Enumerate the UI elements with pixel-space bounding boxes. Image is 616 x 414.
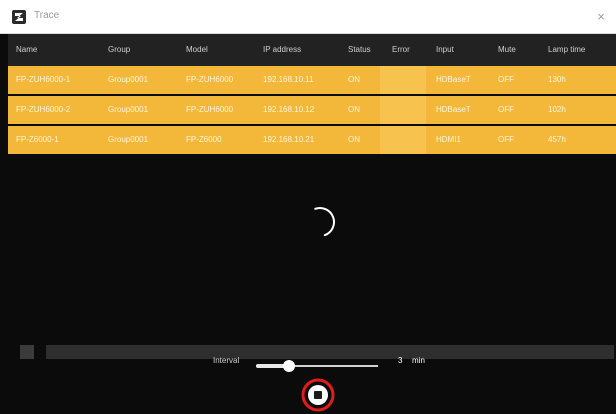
- cell-model: FP-ZUH6000: [186, 105, 234, 114]
- column-header-input[interactable]: Input: [436, 34, 454, 66]
- interval-label: Interval: [213, 356, 240, 365]
- column-header-group[interactable]: Group: [108, 34, 130, 66]
- clear-log-button[interactable]: [20, 345, 34, 359]
- stop-button[interactable]: [301, 378, 335, 412]
- cell-input: HDMI1: [436, 135, 461, 144]
- error-cell: [380, 96, 426, 124]
- cell-name: FP-ZUH6000-1: [16, 75, 71, 84]
- cell-input: HDBaseT: [436, 105, 471, 114]
- cell-lamp-time: 130h: [548, 75, 566, 84]
- cell-model: FP-Z6000: [186, 135, 222, 144]
- window-title: Trace: [34, 10, 60, 21]
- error-cell: [380, 126, 426, 154]
- slider-thumb[interactable]: [282, 360, 295, 372]
- cell-lamp-time: 457h: [548, 135, 566, 144]
- cell-group: Group0001: [108, 75, 149, 84]
- cell-lamp-time: 102h: [548, 105, 566, 114]
- table-row[interactable]: FP-ZUH6000-2 Group0001 FP-ZUH6000 192.16…: [8, 96, 616, 124]
- table-row[interactable]: FP-ZUH6000-1 Group0001 FP-ZUH6000 192.16…: [8, 66, 616, 94]
- column-header-ip-address[interactable]: IP address: [263, 34, 301, 66]
- cell-ip-address: 192.168.10.11: [263, 75, 314, 84]
- cell-group: Group0001: [108, 105, 149, 114]
- column-header-lamp-time[interactable]: Lamp time: [548, 34, 585, 66]
- app-logo-icon: [12, 10, 26, 24]
- interval-slider[interactable]: [256, 360, 378, 372]
- cell-mute: OFF: [498, 75, 514, 84]
- progress-bar: [46, 345, 614, 359]
- interval-unit: min: [412, 356, 425, 365]
- cell-status: ON: [348, 75, 360, 84]
- cell-ip-address: 192.168.10.21: [263, 135, 315, 144]
- stop-icon: [314, 391, 322, 399]
- column-header-error[interactable]: Error: [392, 34, 410, 66]
- close-icon[interactable]: ×: [592, 8, 610, 26]
- table-row[interactable]: FP-Z6000-1 Group0001 FP-Z6000 192.168.10…: [8, 126, 616, 154]
- title-bar: Trace ×: [0, 0, 616, 34]
- cell-name: FP-Z6000-1: [16, 135, 59, 144]
- trace-window: Trace × Name Group Model IP address Stat…: [0, 0, 616, 414]
- column-header-status[interactable]: Status: [348, 34, 371, 66]
- table-header: Name Group Model IP address Status Error…: [8, 34, 616, 66]
- interval-value: 3: [398, 356, 403, 365]
- cell-status: ON: [348, 135, 360, 144]
- loading-spinner-icon: [314, 207, 335, 237]
- cell-mute: OFF: [498, 135, 514, 144]
- cell-name: FP-ZUH6000-2: [16, 105, 71, 114]
- cell-model: FP-ZUH6000: [186, 75, 234, 84]
- cell-group: Group0001: [108, 135, 149, 144]
- cell-mute: OFF: [498, 105, 514, 114]
- error-cell: [380, 66, 426, 94]
- column-header-model[interactable]: Model: [186, 34, 208, 66]
- cell-input: HDBaseT: [436, 75, 471, 84]
- content-area: Name Group Model IP address Status Error…: [8, 34, 616, 414]
- column-header-mute[interactable]: Mute: [498, 34, 516, 66]
- cell-ip-address: 192.168.10.12: [263, 105, 315, 114]
- cell-status: ON: [348, 105, 360, 114]
- column-header-name[interactable]: Name: [16, 34, 37, 66]
